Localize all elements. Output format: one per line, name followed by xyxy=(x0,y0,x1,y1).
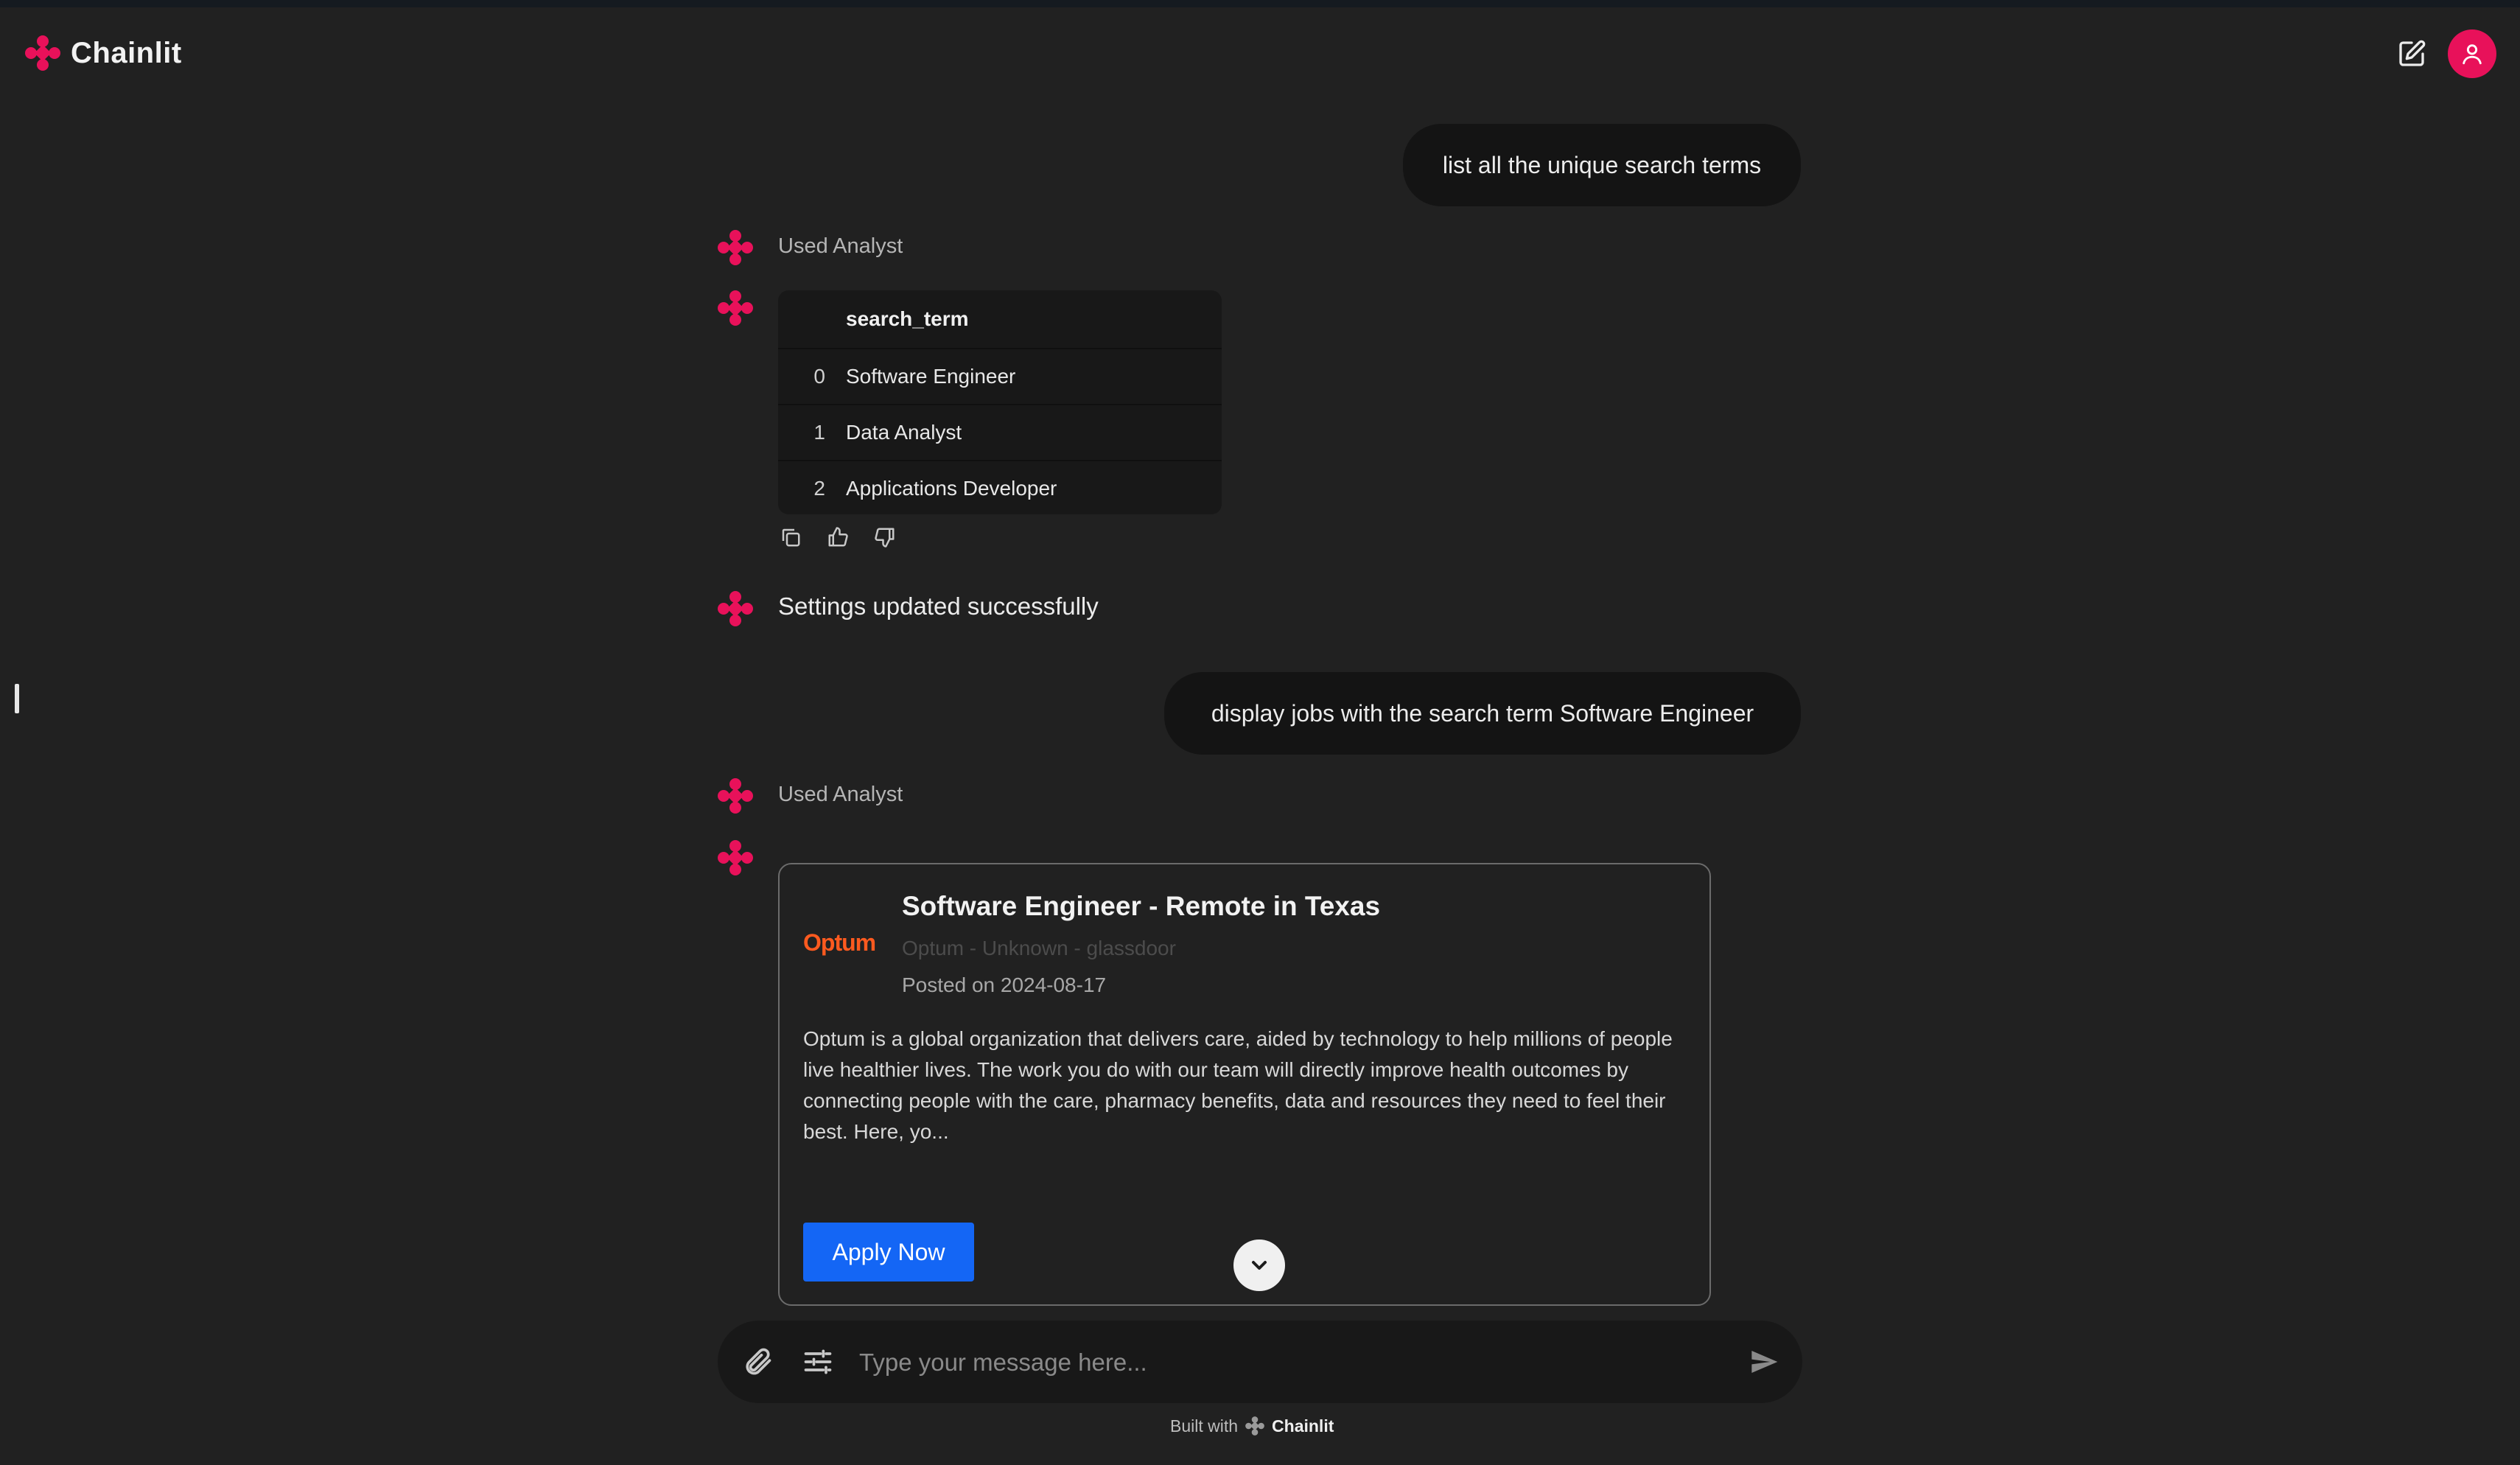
assistant-avatar-icon xyxy=(718,840,753,875)
row-value: Software Engineer xyxy=(846,365,1016,388)
assistant-avatar-icon xyxy=(718,290,753,326)
message-actions xyxy=(778,525,897,550)
assistant-avatar-icon xyxy=(718,591,753,626)
row-index: 1 xyxy=(813,421,825,444)
send-button[interactable] xyxy=(1743,1341,1785,1382)
job-posted-date: Posted on 2024-08-17 xyxy=(902,973,1107,996)
row-value: Applications Developer xyxy=(846,477,1057,500)
user-avatar-button[interactable] xyxy=(2448,29,2496,78)
thumbs-up-button[interactable] xyxy=(825,525,850,550)
sliders-icon xyxy=(804,1349,832,1374)
top-border xyxy=(0,0,2520,7)
attach-file-button[interactable] xyxy=(737,1341,778,1382)
dataframe-table: search_term 0 Software Engineer 1 Data A… xyxy=(778,290,1222,514)
built-with-footer[interactable]: Built with Chainlit xyxy=(1170,1415,1334,1437)
message-input[interactable] xyxy=(858,1340,1671,1385)
settings-button[interactable] xyxy=(797,1341,839,1382)
company-logo: Optum xyxy=(803,929,876,956)
row-index: 2 xyxy=(813,477,825,500)
table-header: search_term xyxy=(778,290,1222,349)
edit-square-icon xyxy=(2399,40,2426,66)
table-row: 0 Software Engineer xyxy=(778,349,1222,405)
message-composer xyxy=(718,1321,1802,1403)
user-message-text: list all the unique search terms xyxy=(1442,151,1762,178)
assistant-avatar-icon xyxy=(718,778,753,814)
row-index: 0 xyxy=(813,365,825,388)
send-icon xyxy=(1751,1351,1778,1373)
brand-logo[interactable]: Chainlit xyxy=(22,32,182,74)
thumbs-up-icon xyxy=(828,527,848,547)
assistant-avatar-icon xyxy=(718,230,753,265)
row-value: Data Analyst xyxy=(846,421,962,444)
thumbs-down-button[interactable] xyxy=(872,525,897,550)
copy-icon xyxy=(782,528,800,547)
job-description: Optum is a global organization that deli… xyxy=(803,1027,1673,1143)
copy-button[interactable] xyxy=(778,525,803,550)
job-card: Optum Software Engineer - Remote in Texa… xyxy=(778,863,1711,1306)
column-header: search_term xyxy=(846,307,969,330)
built-with-label: Built with xyxy=(1170,1416,1239,1436)
assistant-message-text: Settings updated successfully xyxy=(778,592,1099,620)
new-chat-button[interactable] xyxy=(2387,29,2436,78)
text-cursor-indicator xyxy=(15,684,19,713)
footer-brand: Chainlit xyxy=(1272,1416,1334,1436)
user-message-text: display jobs with the search term Softwa… xyxy=(1211,699,1754,727)
thumbs-down-icon xyxy=(875,528,895,548)
job-meta: Optum - Unknown - glassdoor xyxy=(902,937,1176,959)
step-used-analyst[interactable]: Used Analyst xyxy=(778,234,903,259)
table-row: 1 Data Analyst xyxy=(778,405,1222,461)
chainlit-logo-icon xyxy=(1245,1416,1264,1436)
user-icon xyxy=(2463,44,2482,65)
chevron-down-icon xyxy=(1252,1261,1267,1270)
scroll-to-bottom-button[interactable] xyxy=(1233,1240,1285,1291)
app-name: Chainlit xyxy=(71,36,182,69)
step-used-analyst[interactable]: Used Analyst xyxy=(778,783,903,807)
user-message: display jobs with the search term Softwa… xyxy=(1164,672,1801,755)
paperclip-icon xyxy=(746,1348,771,1375)
chainlit-logo-icon xyxy=(25,35,60,71)
table-row: 2 Applications Developer xyxy=(778,461,1222,514)
apply-now-button[interactable]: Apply Now xyxy=(803,1223,974,1282)
user-message: list all the unique search terms xyxy=(1403,124,1801,206)
job-title: Software Engineer - Remote in Texas xyxy=(902,891,1381,921)
